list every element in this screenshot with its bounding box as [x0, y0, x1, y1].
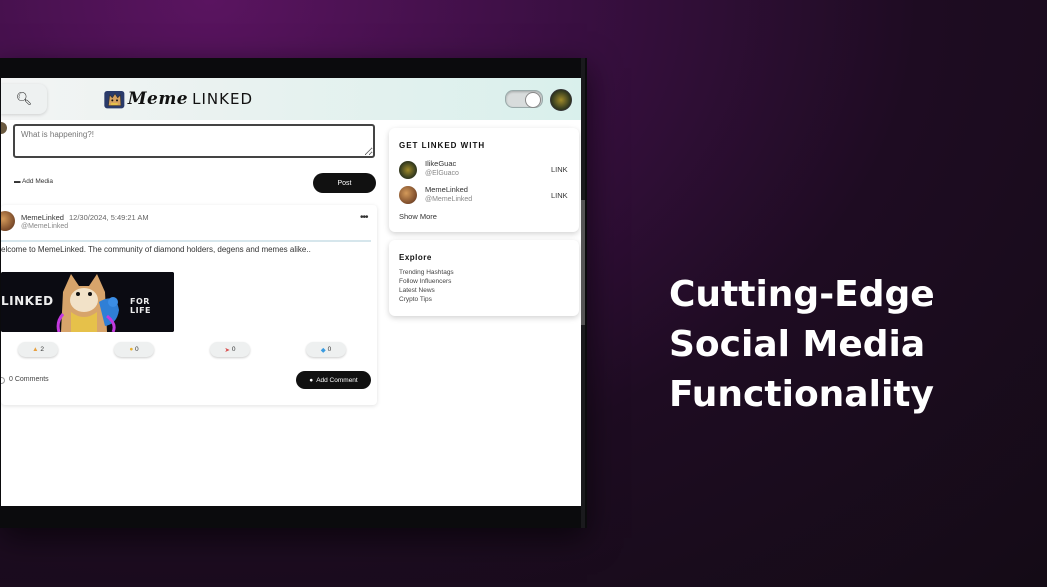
post-image[interactable]: LINKED FOR LIFE — [1, 272, 174, 332]
headline-line-3: Functionality — [669, 374, 934, 415]
reaction-lightbulb-button[interactable]: ● 0 — [114, 342, 154, 357]
add-media-label: Add Media — [21, 178, 54, 185]
search-icon: 🔍︎ — [15, 91, 33, 106]
suggestion-avatar[interactable] — [399, 161, 417, 179]
image-caption-right: FOR LIFE — [130, 297, 152, 315]
reaction-count: 2 — [40, 346, 44, 353]
compose-box[interactable] — [13, 124, 375, 158]
reaction-rocket-button[interactable]: ➤ 0 — [210, 342, 250, 357]
logo-text-linked: LINKED — [192, 90, 253, 108]
add-media-button[interactable]: ▬ Add Media — [14, 178, 53, 185]
scrollbar-thumb[interactable] — [581, 200, 585, 325]
reaction-count: 0 — [135, 346, 139, 353]
image-icon: ▬ — [14, 178, 21, 185]
rocket-icon: ➤ — [224, 346, 232, 354]
image-caption-left: LINKED — [1, 294, 54, 308]
explore-item[interactable]: Crypto Tips — [399, 296, 432, 303]
post-timestamp: 12/30/2024, 5:49:21 AM — [69, 213, 149, 222]
more-options-icon[interactable]: ••• — [360, 212, 368, 223]
explore-item[interactable]: Follow Influencers — [399, 278, 451, 285]
diamond-icon: ◆ — [320, 346, 328, 354]
comments-count[interactable]: 0 Comments — [9, 376, 49, 383]
get-linked-title: GET LINKED WITH — [399, 141, 486, 150]
post-author-handle: @MemeLinked — [21, 223, 69, 230]
compose-avatar — [1, 122, 7, 134]
reaction-count: 0 — [231, 346, 236, 353]
link-button[interactable]: LINK — [551, 165, 568, 174]
suggestion-avatar[interactable] — [399, 186, 417, 204]
suggestion-name[interactable]: IlikeGuac — [425, 159, 456, 168]
headline-line-2: Social Media — [669, 324, 926, 365]
comment-icon — [1, 377, 5, 384]
chat-bubble-icon: ● — [309, 376, 314, 384]
doge-mascot-icon — [104, 90, 125, 109]
compose-input[interactable] — [15, 126, 373, 156]
search-button[interactable]: 🔍︎ — [1, 84, 47, 114]
suggestion-handle: @MemeLinked — [425, 196, 473, 203]
post-button[interactable]: Post — [313, 173, 376, 193]
link-button[interactable]: LINK — [551, 191, 568, 200]
post-card: MemeLinked 12/30/2024, 5:49:21 AM @MemeL… — [1, 205, 377, 405]
post-text: elcome to MemeLinked. The community of d… — [1, 245, 311, 254]
reaction-flame-button[interactable]: ▲ 2 — [18, 342, 58, 357]
explore-panel: Explore Trending Hashtags Follow Influen… — [389, 240, 579, 316]
headline-line-1: Cutting-Edge — [669, 274, 935, 315]
add-comment-label: Add Comment — [316, 376, 358, 384]
memelinked-logo[interactable]: Meme LINKED — [103, 82, 253, 116]
get-linked-panel: GET LINKED WITH IlikeGuac @ElGuaco LINK … — [389, 128, 579, 232]
reaction-diamond-button[interactable]: ◆ 0 — [306, 342, 346, 357]
suggestion-handle: @ElGuaco — [425, 170, 459, 177]
post-author-avatar[interactable] — [1, 211, 15, 231]
show-more-link[interactable]: Show More — [399, 212, 437, 221]
marketing-headline: Cutting-Edge Social Media Functionality — [669, 270, 1029, 420]
post-divider — [1, 240, 371, 242]
top-navigation-bar: 🔍︎ Meme LINKED — [1, 78, 581, 120]
toggle-knob — [525, 92, 541, 108]
explore-item[interactable]: Latest News — [399, 287, 435, 294]
logo-text-meme: Meme — [127, 89, 189, 109]
reaction-count: 0 — [327, 346, 332, 353]
add-comment-button[interactable]: ● Add Comment — [296, 371, 371, 389]
flame-icon: ▲ — [32, 346, 41, 353]
app-screen: 🔍︎ Meme LINKED ▬ Add Media Post MemeLink… — [1, 78, 581, 506]
suggestion-name[interactable]: MemeLinked — [425, 185, 468, 194]
explore-title: Explore — [399, 253, 432, 262]
explore-item[interactable]: Trending Hashtags — [399, 269, 454, 276]
post-author-name[interactable]: MemeLinked — [21, 213, 64, 222]
user-avatar[interactable] — [550, 89, 572, 111]
theme-toggle[interactable] — [505, 90, 543, 108]
